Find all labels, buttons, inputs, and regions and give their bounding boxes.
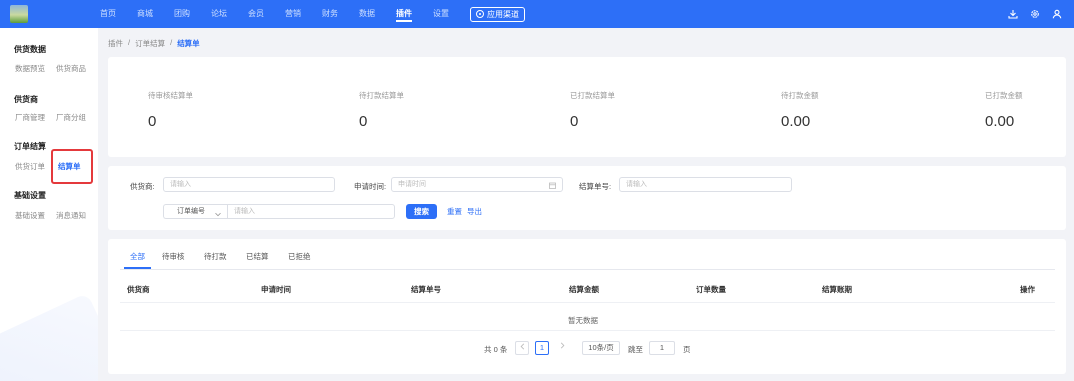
nav-item-settings[interactable]: 设置 (433, 0, 449, 28)
export-button[interactable]: 导出 (467, 204, 482, 219)
sidebar-item-basic-settings[interactable]: 基础设置 (15, 210, 45, 221)
app-channel-button[interactable]: 应用渠道 (470, 6, 525, 22)
settle-no-label: 结算单号: (579, 182, 612, 191)
calendar-icon (549, 181, 556, 194)
breadcrumb: 插件 / 订单结算 / 结算单 (108, 38, 200, 49)
goto-page-input[interactable]: 1 (649, 341, 675, 355)
sidebar-group-basic-settings: 基础设置 (14, 191, 46, 200)
app-logo[interactable] (10, 5, 28, 23)
apply-time-picker[interactable]: 申请时间 (391, 177, 563, 192)
sidebar-item-data-preview[interactable]: 数据预览 (15, 63, 45, 74)
column-header-settle-amount: 结算金额 (569, 285, 599, 294)
chevron-down-icon (215, 209, 221, 222)
goto-label: 跳至 (628, 345, 643, 354)
sidebar-item-vendor-group[interactable]: 厂商分组 (56, 112, 86, 123)
stat-value-pending-amount: 0.00 (781, 113, 811, 130)
sidebar-item-supply-goods[interactable]: 供货商品 (56, 63, 86, 74)
pagination-total: 共 0 条 (484, 345, 508, 354)
sidebar-group-supplier: 供货商 (14, 95, 38, 104)
breadcrumb-separator: / (170, 38, 173, 47)
table-header-divider (120, 302, 1055, 303)
order-type-select[interactable]: 订单编号 (163, 204, 227, 219)
stat-value-paid: 0 (570, 113, 579, 130)
highlight-annotation (51, 149, 93, 184)
empty-state-text: 暂无数据 (568, 316, 598, 325)
reset-button[interactable]: 重置 (447, 204, 462, 219)
table-bottom-divider (120, 330, 1055, 331)
page-size-select[interactable]: 10条/页 (582, 341, 620, 355)
top-right-icons (1008, 0, 1062, 28)
column-header-settle-period: 结算账期 (822, 285, 852, 294)
chevron-right-icon (560, 342, 564, 349)
sidebar-group-supply-data: 供货数据 (14, 45, 46, 54)
stat-value-paid-amount: 0.00 (985, 113, 1015, 130)
nav-item-home[interactable]: 首页 (100, 0, 116, 28)
pagination-page-1[interactable]: 1 (535, 341, 549, 355)
nav-item-data[interactable]: 数据 (359, 0, 375, 28)
tab-settled[interactable]: 已结算 (246, 251, 269, 262)
stat-label-pending-amount: 待打款金额 (781, 91, 819, 100)
nav-item-marketing[interactable]: 营销 (285, 0, 301, 28)
sidebar-item-message-notify[interactable]: 消息通知 (56, 210, 86, 221)
apply-time-label: 申请时间: (354, 182, 387, 191)
nav-item-finance[interactable]: 财务 (322, 0, 338, 28)
app-channel-label: 应用渠道 (487, 9, 519, 19)
supplier-label: 供货商: (130, 182, 155, 191)
settle-no-input[interactable]: 请输入 (619, 177, 792, 192)
column-header-settle-no: 结算单号 (411, 285, 441, 294)
top-navbar: 首页 商城 团购 论坛 会员 营销 财务 数据 插件 设置 应用渠道 (0, 0, 1074, 28)
apply-time-placeholder: 申请时间 (398, 181, 426, 188)
tab-rejected[interactable]: 已拒绝 (288, 251, 311, 262)
column-header-apply-time: 申请时间 (261, 285, 291, 294)
stat-label-pending-payment: 待打款结算单 (359, 91, 404, 100)
search-button[interactable]: 搜索 (406, 204, 437, 219)
breadcrumb-item-current: 结算单 (177, 39, 200, 48)
chevron-left-icon (520, 343, 524, 350)
download-icon[interactable] (1008, 9, 1018, 19)
nav-item-plugins[interactable]: 插件 (396, 0, 412, 28)
stats-card: 待审核结算单 0 待打款结算单 0 已打款结算单 0 待打款金额 0.00 已打… (108, 57, 1066, 157)
app-channel-icon (476, 10, 484, 18)
column-header-actions: 操作 (1020, 285, 1035, 294)
tab-pending-payment[interactable]: 待打款 (204, 251, 227, 262)
sidebar: 供货数据 数据预览 供货商品 供货商 厂商管理 厂商分组 订单结算 供货订单 结… (0, 28, 98, 381)
nav-item-member[interactable]: 会员 (248, 0, 264, 28)
page-size-value: 10条/页 (588, 343, 614, 352)
stat-value-pending-review: 0 (148, 113, 157, 130)
stat-label-pending-review: 待审核结算单 (148, 91, 193, 100)
supplier-input[interactable]: 请输入 (163, 177, 335, 192)
nav-item-forum[interactable]: 论坛 (211, 0, 227, 28)
main-nav: 首页 商城 团购 论坛 会员 营销 财务 数据 插件 设置 应用渠道 (100, 0, 525, 28)
tab-pending-review[interactable]: 待审核 (162, 251, 185, 262)
sidebar-item-supply-orders[interactable]: 供货订单 (15, 161, 45, 172)
column-header-supplier: 供货商 (127, 285, 150, 294)
sidebar-group-order-settlement: 订单结算 (14, 142, 46, 151)
gear-icon[interactable] (1030, 9, 1040, 19)
column-header-order-count: 订单数量 (696, 285, 726, 294)
nav-item-group-buy[interactable]: 团购 (174, 0, 190, 28)
filter-card (108, 166, 1066, 230)
pagination-next-button[interactable] (555, 341, 569, 355)
order-no-input[interactable]: 请输入 (227, 204, 395, 219)
nav-item-mall[interactable]: 商城 (137, 0, 153, 28)
stat-value-pending-payment: 0 (359, 113, 368, 130)
stat-label-paid-amount: 已打款金额 (985, 91, 1023, 100)
stat-label-paid: 已打款结算单 (570, 91, 615, 100)
user-icon[interactable] (1052, 9, 1062, 19)
breadcrumb-separator: / (128, 38, 131, 47)
pagination-prev-button[interactable] (515, 341, 529, 355)
breadcrumb-item-order-settlement[interactable]: 订单结算 (135, 38, 165, 49)
order-type-select-value: 订单编号 (177, 208, 205, 215)
tab-divider (120, 269, 1055, 270)
page-suffix: 页 (683, 345, 691, 354)
tab-all[interactable]: 全部 (130, 251, 145, 262)
breadcrumb-item-plugins[interactable]: 插件 (108, 38, 123, 49)
sidebar-item-vendor-manage[interactable]: 厂商管理 (15, 112, 45, 123)
